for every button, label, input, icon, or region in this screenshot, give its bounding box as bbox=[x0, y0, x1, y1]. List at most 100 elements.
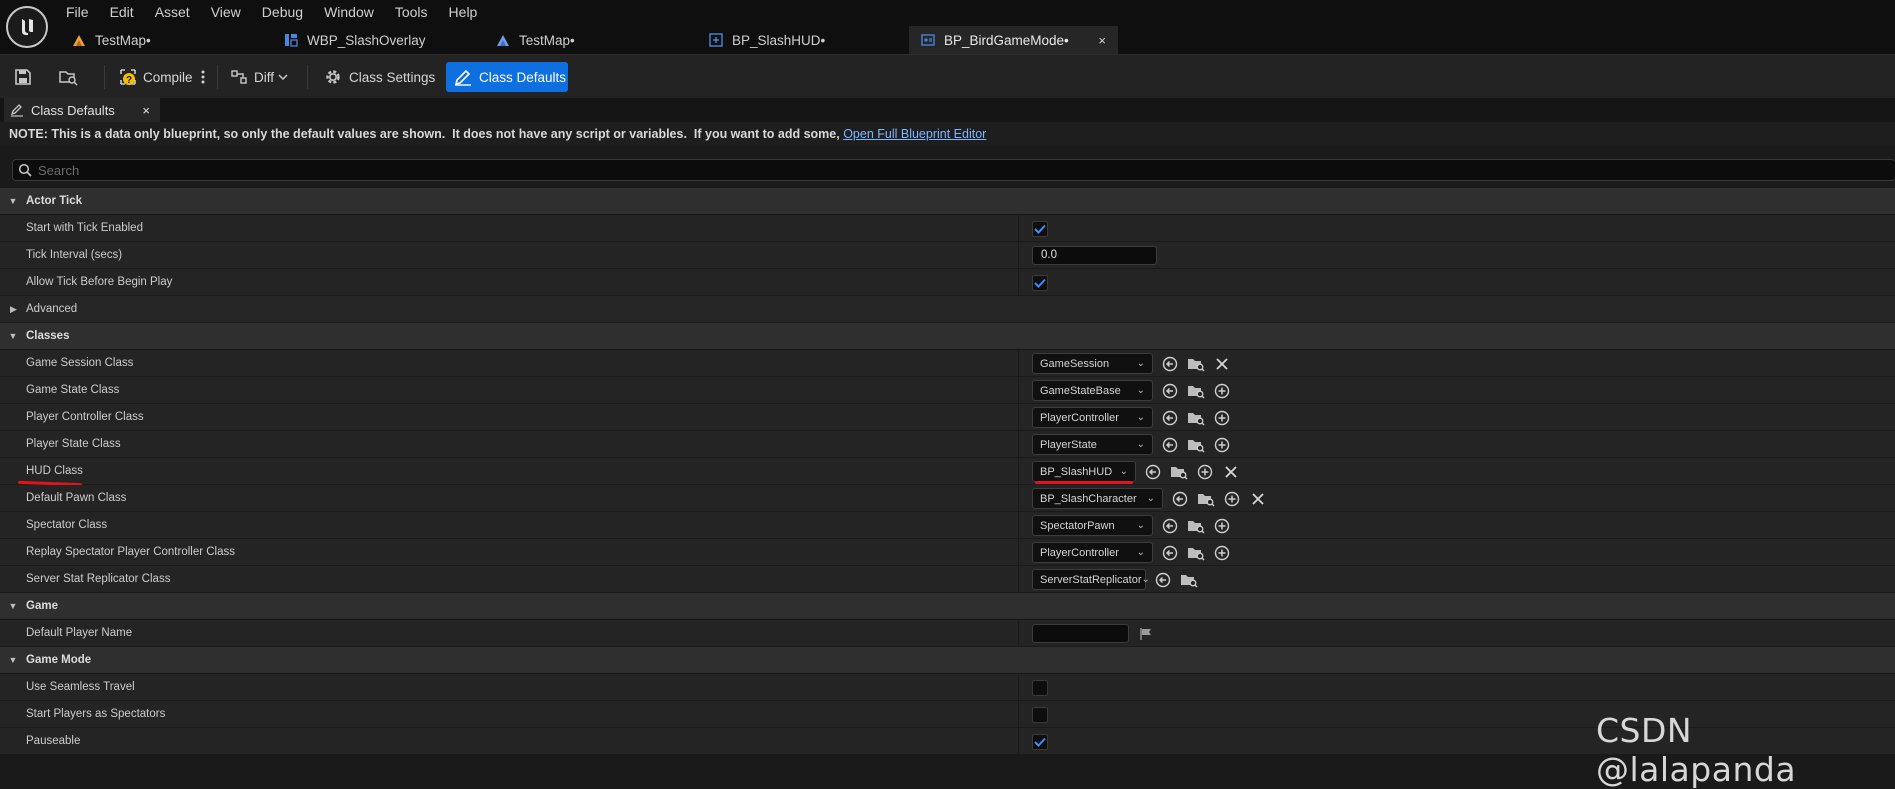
use-selected-icon[interactable] bbox=[1161, 436, 1179, 454]
chevron-down-icon: ⌄ bbox=[1136, 520, 1145, 531]
hud-class-dropdown[interactable]: BP_SlashHUD ⌄ bbox=[1032, 461, 1136, 482]
property-row: Server Stat Replicator Class ServerStatR… bbox=[0, 566, 1895, 593]
browse-asset-icon[interactable] bbox=[1187, 382, 1205, 400]
use-selected-icon[interactable] bbox=[1161, 355, 1179, 373]
use-selected-icon[interactable] bbox=[1154, 571, 1172, 589]
data-only-note: NOTE: This is a data only blueprint, so … bbox=[0, 122, 1895, 146]
compile-options-button[interactable] bbox=[200, 62, 206, 92]
browse-asset-icon[interactable] bbox=[1170, 463, 1188, 481]
player-state-class-dropdown[interactable]: PlayerState ⌄ bbox=[1032, 434, 1153, 455]
default-player-name-field[interactable] bbox=[1032, 624, 1129, 643]
details-icon bbox=[10, 104, 23, 117]
use-selected-icon[interactable] bbox=[1161, 517, 1179, 535]
property-row: Spectator Class SpectatorPawn ⌄ bbox=[0, 512, 1895, 539]
chevron-down-icon: ⌄ bbox=[1136, 547, 1145, 558]
browse-button[interactable] bbox=[58, 62, 82, 92]
add-new-icon[interactable] bbox=[1223, 490, 1241, 508]
game-state-class-dropdown[interactable]: GameStateBase ⌄ bbox=[1032, 380, 1153, 401]
clear-icon[interactable] bbox=[1249, 490, 1267, 508]
browse-asset-icon[interactable] bbox=[1187, 517, 1205, 535]
replay-spectator-class-dropdown[interactable]: PlayerController ⌄ bbox=[1032, 542, 1153, 563]
add-new-icon[interactable] bbox=[1213, 436, 1231, 454]
tab-class-defaults[interactable]: Class Defaults × bbox=[4, 98, 160, 122]
pauseable-checkbox[interactable] bbox=[1032, 733, 1048, 750]
close-panel-icon[interactable]: × bbox=[142, 103, 150, 118]
clear-icon[interactable] bbox=[1222, 463, 1240, 481]
add-new-icon[interactable] bbox=[1213, 409, 1231, 427]
game-session-class-dropdown[interactable]: GameSession ⌄ bbox=[1032, 353, 1153, 374]
player-controller-class-dropdown[interactable]: PlayerController ⌄ bbox=[1032, 407, 1153, 428]
seamless-travel-checkbox[interactable] bbox=[1032, 679, 1048, 696]
allow-tick-checkbox[interactable] bbox=[1032, 274, 1048, 291]
browse-asset-icon[interactable] bbox=[1187, 355, 1205, 373]
tab-bp-slashhud[interactable]: BP_SlashHUD• bbox=[697, 26, 909, 54]
use-selected-icon[interactable] bbox=[1161, 544, 1179, 562]
menu-edit[interactable]: Edit bbox=[110, 2, 134, 22]
tab-bp-birdgamemode[interactable]: BP_BirdGameMode• × bbox=[909, 26, 1118, 54]
use-selected-icon[interactable] bbox=[1144, 463, 1162, 481]
unreal-logo[interactable] bbox=[6, 6, 48, 48]
chevron-down-icon: ⌄ bbox=[1146, 493, 1155, 504]
menu-tools[interactable]: Tools bbox=[395, 2, 428, 22]
start-with-tick-checkbox[interactable] bbox=[1032, 220, 1048, 237]
browse-asset-icon[interactable] bbox=[1180, 571, 1198, 589]
tab-wbp-slashoverlay[interactable]: WBP_SlashOverlay bbox=[272, 26, 484, 54]
open-full-blueprint-editor-link[interactable]: Open Full Blueprint Editor bbox=[843, 127, 986, 141]
save-icon bbox=[15, 69, 31, 85]
browse-asset-icon[interactable] bbox=[1187, 544, 1205, 562]
category-advanced[interactable]: ▶ Advanced bbox=[0, 296, 1895, 323]
class-defaults-button[interactable]: Class Defaults bbox=[446, 62, 568, 92]
class-settings-button[interactable]: Class Settings bbox=[323, 62, 435, 92]
expand-arrow-icon: ▶ bbox=[10, 303, 17, 314]
close-tab-icon[interactable]: × bbox=[1098, 33, 1106, 48]
blueprint-toolbar: ? Compile Diff Class Settings Class Defa… bbox=[0, 54, 1895, 98]
menu-help[interactable]: Help bbox=[449, 2, 478, 22]
menu-view[interactable]: View bbox=[211, 2, 241, 22]
chevron-down-icon: ⌄ bbox=[1136, 439, 1145, 450]
use-selected-icon[interactable] bbox=[1171, 490, 1189, 508]
category-game[interactable]: ▼ Game bbox=[0, 593, 1895, 620]
check-icon bbox=[1034, 737, 1046, 747]
property-row-hud-class: HUD Class BP_SlashHUD ⌄ bbox=[0, 458, 1895, 487]
browse-asset-icon[interactable] bbox=[1187, 409, 1205, 427]
gear-icon bbox=[326, 70, 340, 84]
use-selected-icon[interactable] bbox=[1161, 409, 1179, 427]
category-actor-tick[interactable]: ▼ Actor Tick bbox=[0, 188, 1895, 215]
add-new-icon[interactable] bbox=[1196, 463, 1214, 481]
category-classes[interactable]: ▼ Classes bbox=[0, 323, 1895, 350]
tab-testmap-2[interactable]: TestMap• bbox=[484, 26, 697, 54]
menu-asset[interactable]: Asset bbox=[155, 2, 190, 22]
property-row: Default Pawn Class BP_SlashCharacter ⌄ bbox=[0, 485, 1895, 512]
menu-debug[interactable]: Debug bbox=[262, 2, 303, 22]
chevron-down-icon: ⌄ bbox=[1141, 574, 1150, 585]
details-search-box bbox=[12, 159, 1895, 181]
diff-button[interactable]: Diff bbox=[230, 62, 288, 92]
menu-file[interactable]: File bbox=[66, 2, 89, 22]
start-as-spectators-checkbox[interactable] bbox=[1032, 706, 1048, 723]
clear-icon[interactable] bbox=[1213, 355, 1231, 373]
spectator-class-dropdown[interactable]: SpectatorPawn ⌄ bbox=[1032, 515, 1153, 536]
property-row: Default Player Name bbox=[0, 620, 1895, 647]
category-game-mode[interactable]: ▼ Game Mode bbox=[0, 647, 1895, 674]
collapse-arrow-icon: ▼ bbox=[8, 655, 18, 665]
add-new-icon[interactable] bbox=[1213, 517, 1231, 535]
tick-interval-field[interactable]: 0.0 bbox=[1032, 246, 1157, 265]
property-row: Use Seamless Travel bbox=[0, 674, 1895, 701]
use-selected-icon[interactable] bbox=[1161, 382, 1179, 400]
menu-window[interactable]: Window bbox=[324, 2, 374, 22]
browse-asset-icon[interactable] bbox=[1187, 436, 1205, 454]
more-options-icon bbox=[201, 70, 205, 84]
browse-asset-icon[interactable] bbox=[1197, 490, 1215, 508]
add-new-icon[interactable] bbox=[1213, 382, 1231, 400]
compile-button[interactable]: ? Compile bbox=[117, 62, 193, 92]
localization-flag-icon[interactable] bbox=[1137, 625, 1155, 643]
note-text: NOTE: This is a data only blueprint, so … bbox=[9, 127, 844, 141]
svg-text:?: ? bbox=[126, 75, 132, 86]
server-stat-replicator-dropdown[interactable]: ServerStatReplicator ⌄ bbox=[1032, 569, 1150, 590]
search-input[interactable] bbox=[38, 162, 638, 178]
add-new-icon[interactable] bbox=[1213, 544, 1231, 562]
tab-testmap-1[interactable]: TestMap• bbox=[60, 26, 272, 54]
default-pawn-class-dropdown[interactable]: BP_SlashCharacter ⌄ bbox=[1032, 488, 1163, 509]
property-row: Replay Spectator Player Controller Class… bbox=[0, 539, 1895, 566]
save-button[interactable] bbox=[14, 62, 38, 92]
